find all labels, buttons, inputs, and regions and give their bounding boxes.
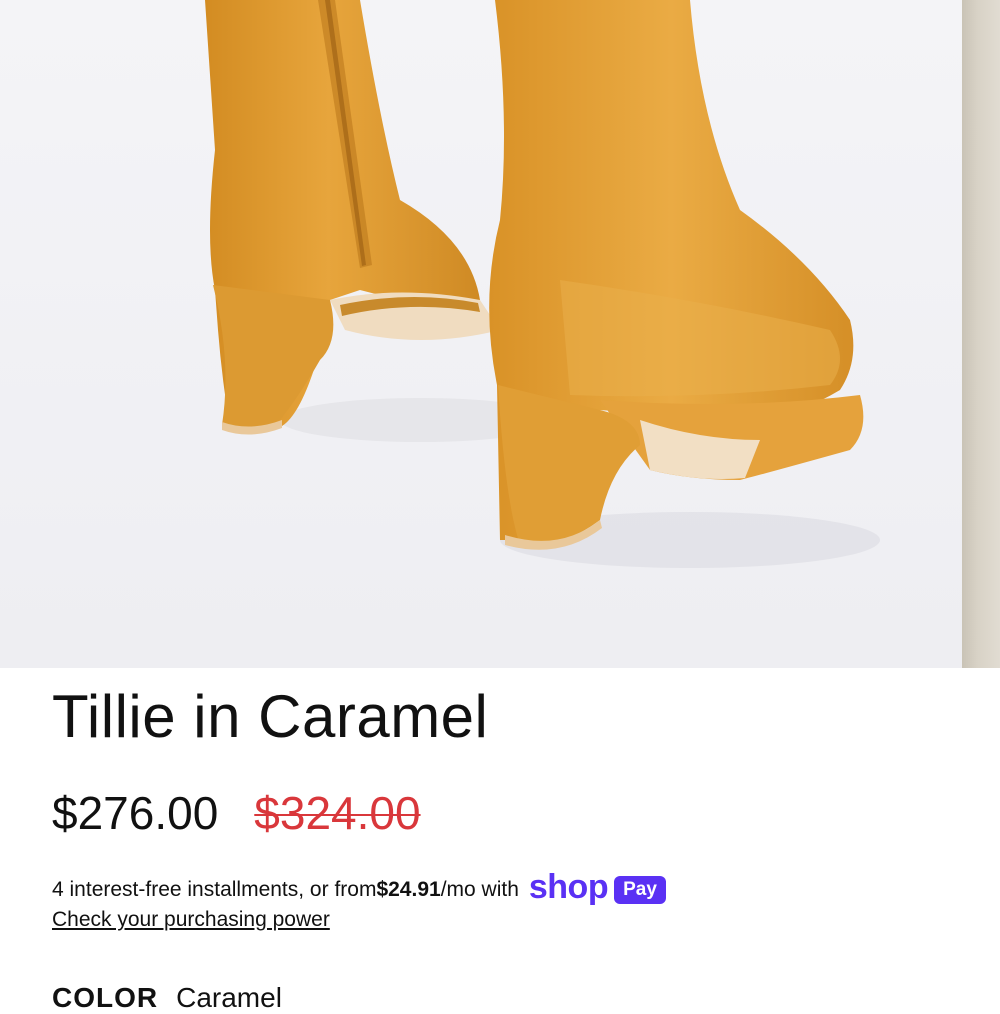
check-purchasing-power-link[interactable]: Check your purchasing power [52,908,330,932]
product-main-photo[interactable] [0,0,962,668]
price-row: $276.00 $324.00 [52,786,421,840]
next-product-photo-peek[interactable] [962,0,1000,668]
product-image-gallery[interactable] [0,0,1000,668]
installments-prefix: 4 interest-free installments, or from [52,878,377,901]
installments-suffix: /mo with [440,878,519,901]
compare-at-price: $324.00 [254,787,421,839]
installment-amount: $24.91 [376,878,441,901]
shop-pay-logo: shop Pay [528,868,666,907]
color-option-label: COLOR [52,982,159,1013]
shop-pay-badge: Pay [614,875,666,905]
shop-pay-wordmark: shop [528,868,609,906]
product-title: Tillie in Caramel [52,683,489,750]
sale-price: $276.00 [52,787,219,839]
color-option-row: COLOR Caramel [52,982,282,1014]
boots-illustration [0,0,962,668]
installments-info: 4 interest-free installments, or from $2… [52,868,666,907]
color-option-value: Caramel [176,982,282,1013]
